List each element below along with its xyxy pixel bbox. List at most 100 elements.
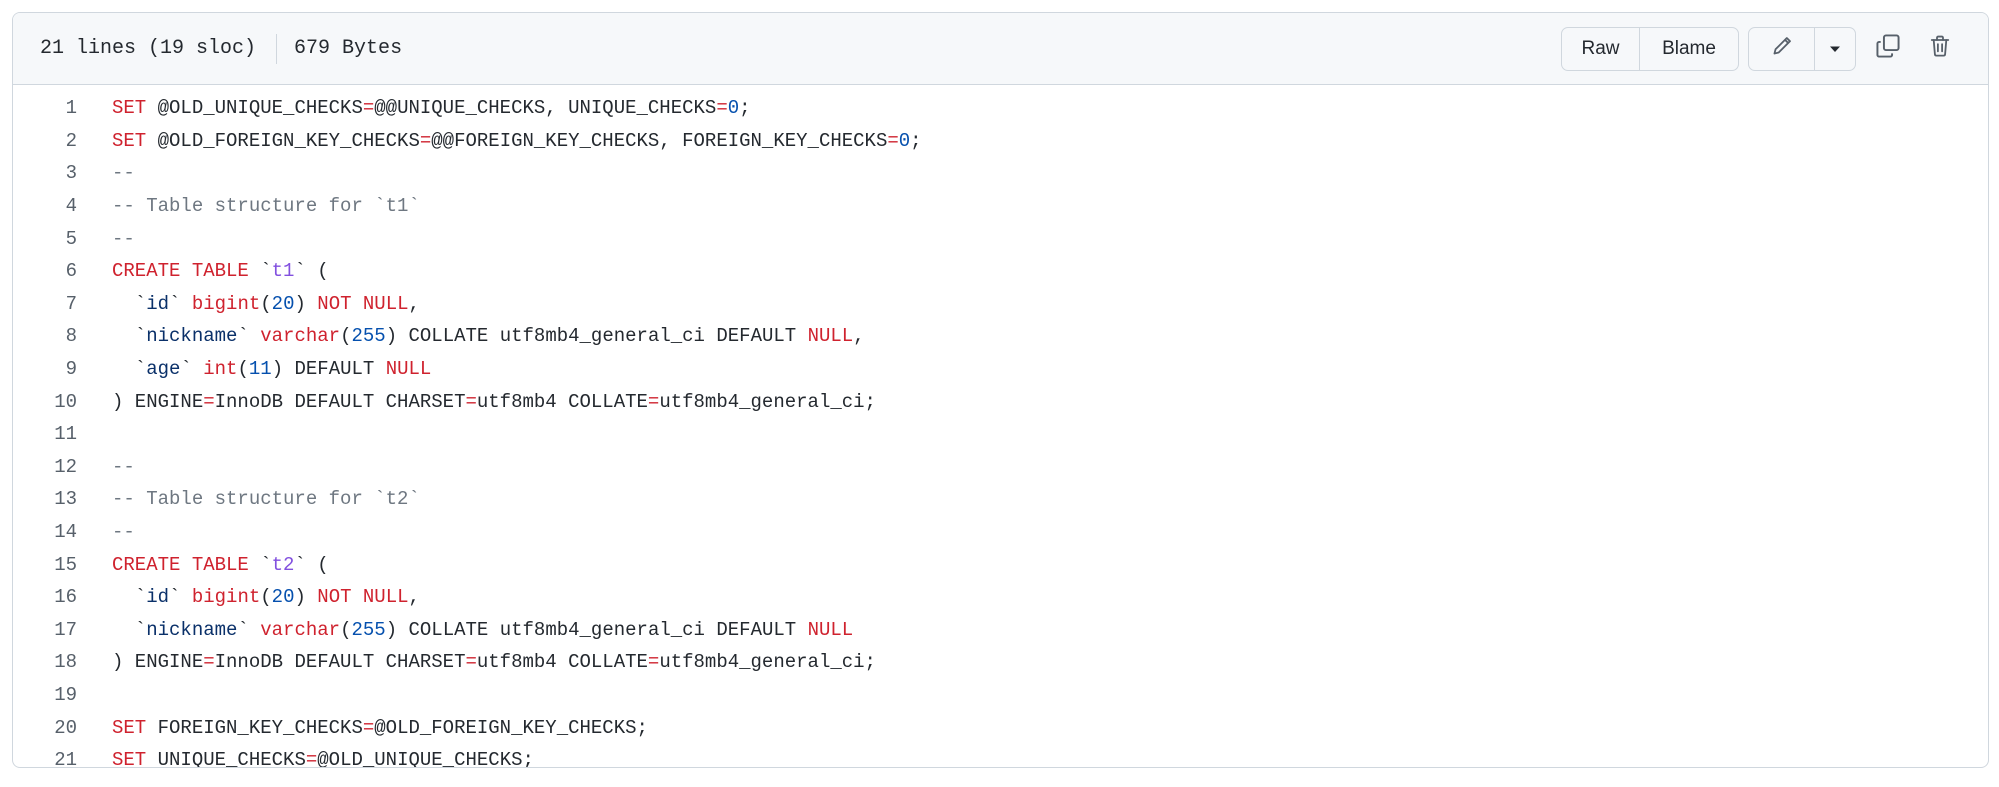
code-token: nickname (146, 325, 238, 348)
code-token: ) DEFAULT (271, 358, 386, 381)
edit-dropdown-button[interactable] (1815, 28, 1855, 70)
code-table: 1 SET @OLD_UNIQUE_CHECKS=@@UNIQUE_CHECKS,… (13, 85, 1988, 768)
code-token: = (203, 651, 215, 674)
code-token: , (853, 325, 865, 348)
line-number[interactable]: 4 (13, 195, 77, 217)
code-token: FOREIGN_KEY_CHECKS (146, 716, 363, 739)
code-token: ` (248, 553, 272, 576)
delete-button[interactable] (1918, 27, 1962, 71)
code-token: int (203, 358, 238, 381)
line-number[interactable]: 13 (13, 488, 77, 510)
line-code: ) ENGINE=InnoDB DEFAULT CHARSET=utf8mb4 … (77, 651, 876, 673)
code-line: 10) ENGINE=InnoDB DEFAULT CHARSET=utf8mb… (13, 385, 1988, 418)
code-token: = (203, 390, 215, 413)
code-line: 13 -- Table structure for `t2` (13, 483, 1988, 516)
code-token: age (146, 358, 181, 381)
code-token: InnoDB DEFAULT CHARSET (214, 651, 466, 674)
code-token: -- Table structure for `t1` (112, 195, 420, 218)
code-token: ` ( (294, 553, 329, 576)
line-number[interactable]: 7 (13, 293, 77, 315)
code-token: ) COLLATE utf8mb4_general_ci DEFAULT (385, 618, 808, 641)
line-number[interactable]: 19 (13, 684, 77, 706)
line-number[interactable]: 18 (13, 651, 77, 673)
line-number[interactable]: 3 (13, 162, 77, 184)
line-code: -- Table structure for `t1` (77, 195, 420, 217)
code-line: 18) ENGINE=InnoDB DEFAULT CHARSET=utf8mb… (13, 646, 1988, 679)
line-code: ) ENGINE=InnoDB DEFAULT CHARSET=utf8mb4 … (77, 391, 876, 413)
code-token: NULL (385, 358, 432, 381)
line-number[interactable]: 6 (13, 260, 77, 282)
code-token: = (465, 651, 477, 674)
line-code: SET @OLD_FOREIGN_KEY_CHECKS=@@FOREIGN_KE… (77, 130, 922, 152)
size-info: 679 Bytes (294, 37, 403, 60)
code-token: @OLD_UNIQUE_CHECKS (146, 97, 363, 120)
edit-button[interactable] (1749, 27, 1815, 70)
line-code: -- (77, 228, 135, 250)
code-token: ` (112, 358, 147, 381)
file-actions: Raw Blame (1561, 26, 1962, 71)
code-token: ` (237, 325, 261, 348)
code-token: SET (112, 97, 147, 120)
code-token: = (465, 390, 477, 413)
code-token: NOT NULL (317, 586, 409, 609)
code-token: bigint (191, 586, 261, 609)
code-token: ( (340, 618, 352, 641)
edit-button-group (1748, 26, 1856, 71)
code-token: CREATE (112, 553, 181, 576)
line-code: -- (77, 456, 135, 478)
line-code: SET UNIQUE_CHECKS=@OLD_UNIQUE_CHECKS; (77, 749, 534, 768)
code-token: t2 (271, 553, 295, 576)
code-token: = (647, 390, 660, 413)
code-token: 11 (248, 358, 272, 381)
code-token: ) COLLATE utf8mb4_general_ci DEFAULT (385, 325, 808, 348)
info-divider (276, 33, 278, 64)
line-number[interactable]: 21 (13, 749, 77, 767)
raw-button[interactable]: Raw (1562, 27, 1640, 70)
code-token: 20 (271, 586, 295, 609)
line-number[interactable]: 9 (13, 358, 77, 380)
code-token: @@UNIQUE_CHECKS, UNIQUE_CHECKS (374, 97, 717, 120)
line-number[interactable]: 1 (13, 97, 77, 119)
code-token: -- Table structure for `t2` (112, 488, 420, 511)
code-token: InnoDB DEFAULT CHARSET (214, 390, 466, 413)
code-token: 20 (271, 292, 295, 315)
line-number[interactable]: 8 (13, 325, 77, 347)
line-number[interactable]: 14 (13, 521, 77, 543)
blame-button[interactable]: Blame (1640, 28, 1738, 70)
line-number[interactable]: 17 (13, 619, 77, 641)
line-code: CREATE TABLE `t2` ( (77, 554, 329, 576)
code-line: 19 (13, 679, 1988, 712)
line-number[interactable]: 2 (13, 130, 77, 152)
code-token: ` (248, 260, 272, 283)
line-code: -- (77, 162, 135, 184)
code-line: 5 -- (13, 222, 1988, 255)
line-number[interactable]: 16 (13, 586, 77, 608)
code-token: ) (294, 292, 318, 315)
code-line: 1 SET @OLD_UNIQUE_CHECKS=@@UNIQUE_CHECKS,… (13, 92, 1988, 125)
line-number[interactable]: 5 (13, 228, 77, 250)
code-line: 7 `id` bigint(20) NOT NULL, (13, 288, 1988, 321)
code-token: UNIQUE_CHECKS (146, 749, 306, 768)
line-number[interactable]: 20 (13, 717, 77, 739)
code-token: ` (112, 618, 147, 641)
code-token: , (408, 586, 420, 609)
file-header: 21 lines (19 sloc) 679 Bytes Raw Blame (13, 13, 1988, 85)
code-token: = (362, 716, 375, 739)
code-token: ; (910, 129, 922, 152)
line-number[interactable]: 12 (13, 456, 77, 478)
code-token: TABLE (191, 553, 249, 576)
line-number[interactable]: 15 (13, 554, 77, 576)
code-token: SET (112, 716, 147, 739)
code-line: 3 -- (13, 157, 1988, 190)
line-code: SET @OLD_UNIQUE_CHECKS=@@UNIQUE_CHECKS, … (77, 97, 751, 119)
code-token: -- (112, 227, 135, 250)
line-number[interactable]: 10 (13, 391, 77, 413)
copy-button[interactable] (1866, 27, 1910, 71)
code-line: 9 `age` int(11) DEFAULT NULL (13, 353, 1988, 386)
code-token: NULL (807, 325, 854, 348)
code-line: 11 (13, 418, 1988, 451)
code-token: utf8mb4_general_ci; (659, 651, 876, 674)
trash-icon (1928, 33, 1952, 65)
code-line: 15 CREATE TABLE `t2` ( (13, 548, 1988, 581)
line-number[interactable]: 11 (13, 423, 77, 445)
